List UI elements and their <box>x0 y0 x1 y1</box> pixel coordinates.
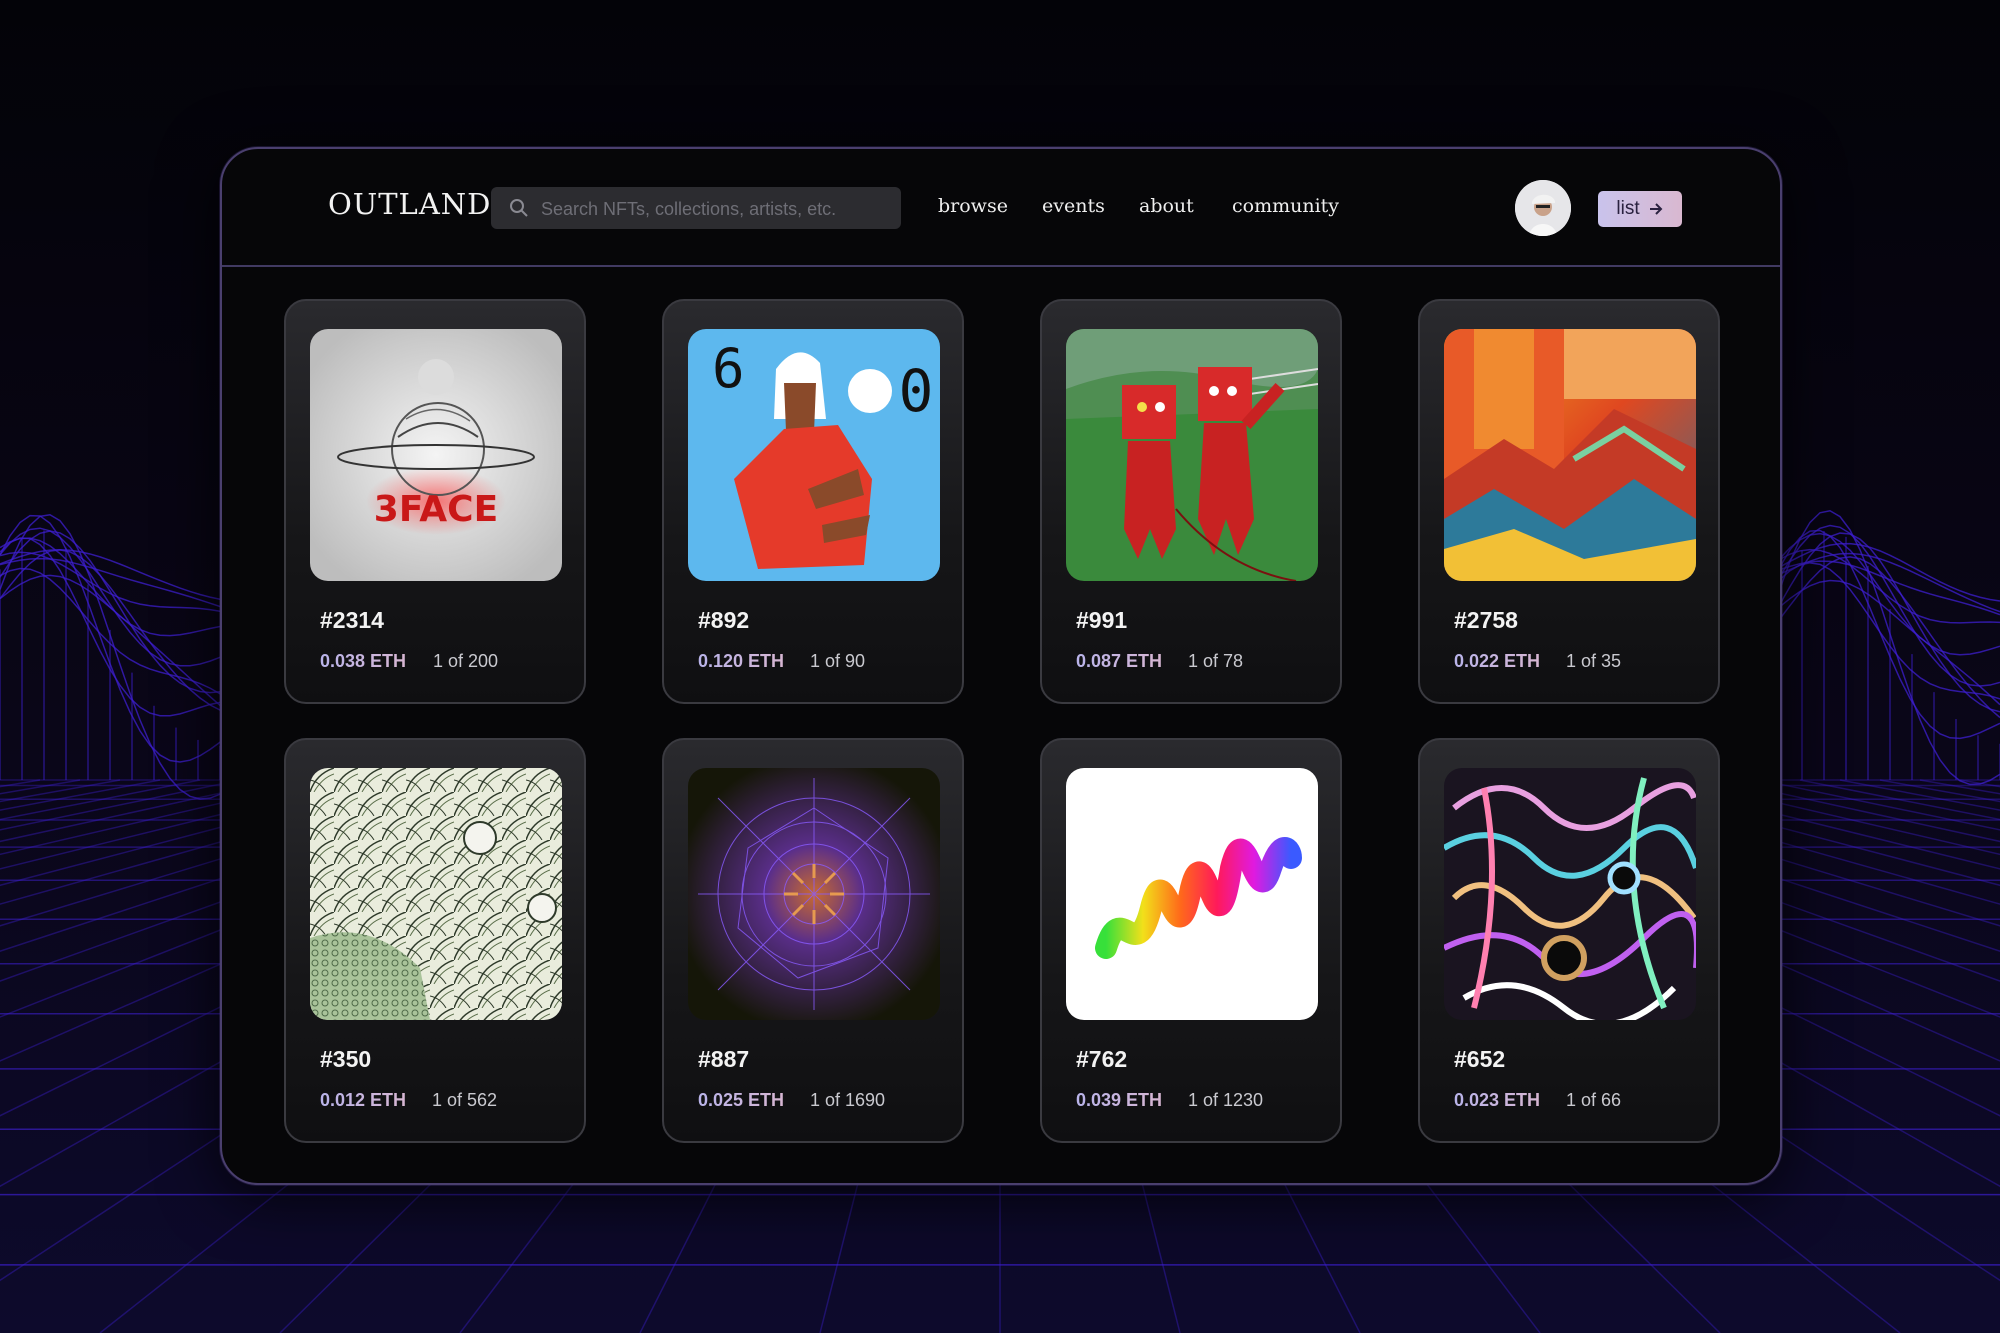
search-box[interactable] <box>491 187 901 231</box>
list-button[interactable]: list <box>1598 191 1682 227</box>
nft-edition: 1 of 90 <box>810 651 866 671</box>
arrow-right-icon <box>1649 203 1663 215</box>
nav-about[interactable]: about <box>1139 195 1194 217</box>
nft-price: 0.023 ETH <box>1454 1090 1541 1110</box>
app-window: OUTLAND browse events about community li… <box>220 147 1782 1185</box>
nft-price: 0.012 ETH <box>320 1090 407 1110</box>
nft-card[interactable]: 6 0 #892 0.120 ETH 1 of 90 <box>662 299 964 704</box>
nft-edition: 1 of 562 <box>432 1090 498 1110</box>
brand-logo[interactable]: OUTLAND <box>328 187 491 221</box>
nft-edition: 1 of 1690 <box>810 1090 886 1110</box>
nft-artwork[interactable] <box>1444 329 1696 581</box>
nft-id: #887 <box>698 1046 750 1072</box>
nft-card[interactable]: #652 0.023 ETH 1 of 66 <box>1418 738 1720 1143</box>
nft-edition: 1 of 78 <box>1188 651 1244 671</box>
nft-artwork[interactable] <box>1066 329 1318 581</box>
nft-art-text: 0 <box>899 357 934 425</box>
nft-price: 0.087 ETH <box>1076 651 1163 671</box>
nft-id: #991 <box>1076 607 1128 633</box>
nft-art-text: 3FACE <box>374 489 498 530</box>
nav-events[interactable]: events <box>1042 195 1105 217</box>
nft-card[interactable]: #887 0.025 ETH 1 of 1690 <box>662 738 964 1143</box>
search-icon <box>510 199 528 217</box>
nft-edition: 1 of 66 <box>1566 1090 1622 1110</box>
search-input[interactable] <box>539 187 893 231</box>
nft-price: 0.120 ETH <box>698 651 785 671</box>
nav-community[interactable]: community <box>1232 195 1339 217</box>
nft-artwork[interactable] <box>688 768 940 1020</box>
nft-card[interactable]: #991 0.087 ETH 1 of 78 <box>1040 299 1342 704</box>
nft-price: 0.025 ETH <box>698 1090 785 1110</box>
nft-id: #762 <box>1076 1046 1128 1072</box>
list-button-label: list <box>1616 198 1640 219</box>
nft-id: #350 <box>320 1046 372 1072</box>
nft-card[interactable]: 3FACE #2314 0.038 ETH 1 of 200 <box>284 299 586 704</box>
nft-card[interactable]: #762 0.039 ETH 1 of 1230 <box>1040 738 1342 1143</box>
nft-artwork[interactable] <box>310 768 562 1020</box>
nft-id: #652 <box>1454 1046 1506 1072</box>
nft-card[interactable]: #350 0.012 ETH 1 of 562 <box>284 738 586 1143</box>
nft-artwork[interactable] <box>1444 768 1696 1020</box>
nav-browse[interactable]: browse <box>938 195 1008 217</box>
nft-grid: 3FACE #2314 0.038 ETH 1 of 200 6 0 #892 … <box>284 299 1720 1143</box>
nft-edition: 1 of 1230 <box>1188 1090 1264 1110</box>
nft-artwork[interactable]: 3FACE <box>310 329 562 581</box>
nft-id: #2314 <box>320 607 384 633</box>
nft-price: 0.022 ETH <box>1454 651 1541 671</box>
nft-card[interactable]: #2758 0.022 ETH 1 of 35 <box>1418 299 1720 704</box>
nft-id: #2758 <box>1454 607 1518 633</box>
nft-edition: 1 of 35 <box>1566 651 1622 671</box>
nft-price: 0.038 ETH <box>320 651 407 671</box>
nft-art-text: 6 <box>712 337 745 400</box>
nft-artwork[interactable] <box>1066 768 1318 1020</box>
top-nav: OUTLAND browse events about community li… <box>222 149 1780 267</box>
user-avatar[interactable] <box>1515 180 1571 236</box>
nft-id: #892 <box>698 607 750 633</box>
nft-edition: 1 of 200 <box>433 651 499 671</box>
nft-price: 0.039 ETH <box>1076 1090 1163 1110</box>
nft-artwork[interactable]: 6 0 <box>688 329 940 581</box>
